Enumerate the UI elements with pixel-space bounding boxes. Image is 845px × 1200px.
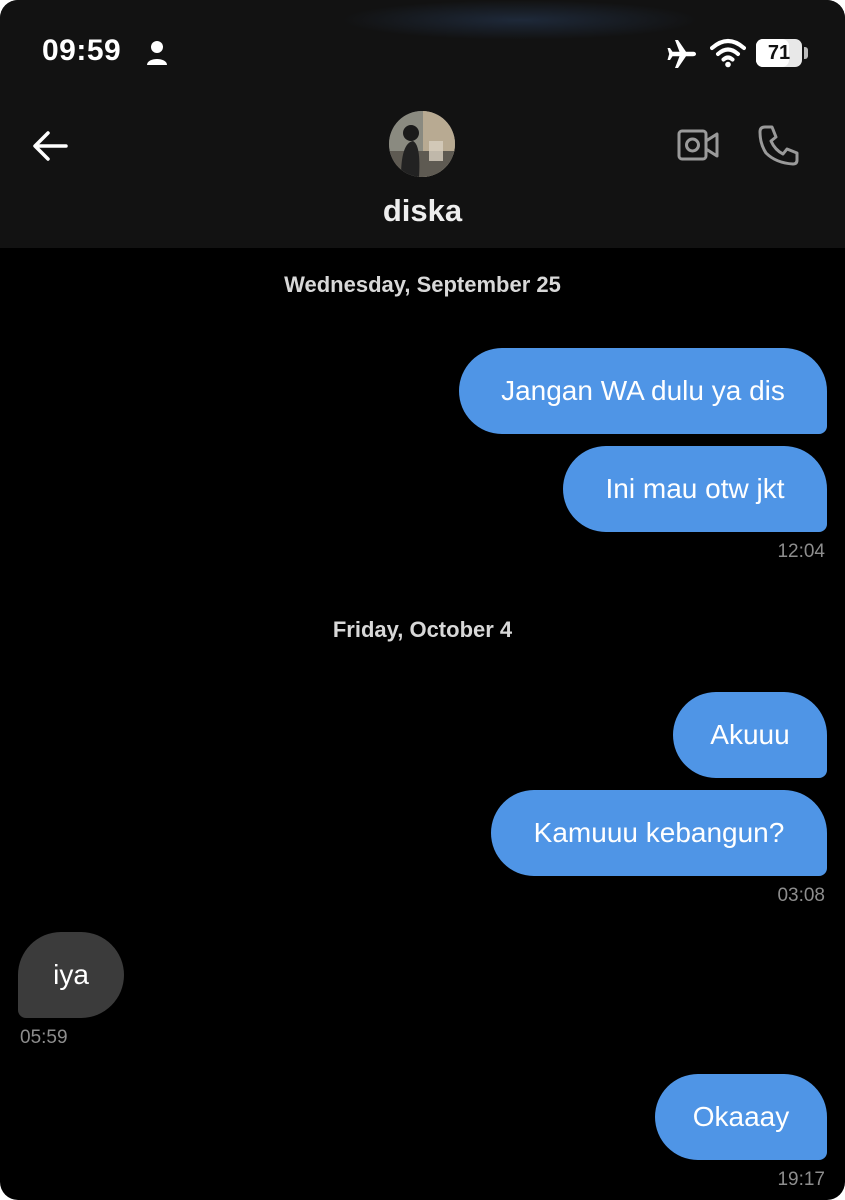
message-bubble-outgoing[interactable]: Okaaay [655, 1074, 827, 1160]
date-separator: Friday, October 4 [332, 617, 513, 642]
battery-level: 71 [767, 42, 791, 64]
phone-call-icon[interactable] [757, 123, 801, 167]
avatar[interactable] [389, 111, 455, 177]
message-timestamp: 05:59 [20, 1027, 68, 1048]
battery-icon: 71 [756, 39, 802, 67]
status-time: 09:59 [42, 34, 122, 67]
message-bubble-outgoing[interactable]: Jangan WA dulu ya dis [459, 348, 827, 434]
message-bubble-outgoing[interactable]: Kamuuu kebangun? [491, 790, 827, 876]
chat-screen: 09:59 71 diska Wednesday, September 25 J… [0, 0, 845, 1200]
message-timestamp: 19:17 [777, 1169, 825, 1190]
top-bar: 09:59 71 diska [0, 0, 845, 248]
back-arrow-icon[interactable] [30, 126, 70, 166]
message-bubble-outgoing[interactable]: Ini mau otw jkt [563, 446, 827, 532]
avatar-image [389, 111, 455, 177]
contact-name[interactable]: diska [0, 193, 845, 229]
airplane-icon [667, 40, 696, 68]
video-call-icon[interactable] [676, 125, 720, 165]
message-timestamp: 03:08 [777, 885, 825, 906]
person-icon [147, 41, 167, 65]
wifi-icon [710, 39, 746, 68]
message-bubble-outgoing[interactable]: Akuuu [673, 692, 827, 778]
date-separator: Wednesday, September 25 [284, 272, 561, 297]
status-bar-glow [340, 0, 700, 40]
battery-tip [804, 47, 808, 59]
message-timestamp: 12:04 [777, 541, 825, 562]
message-bubble-incoming[interactable]: iya [18, 932, 124, 1018]
